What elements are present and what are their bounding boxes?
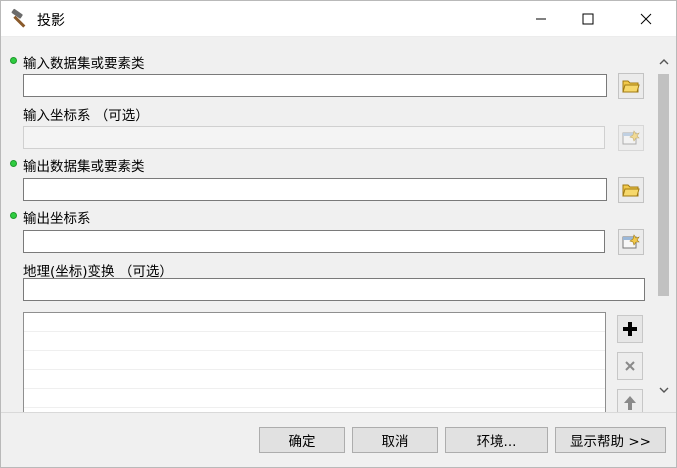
list-item[interactable]	[24, 332, 605, 351]
minimize-icon	[536, 18, 546, 20]
input-cs-field[interactable]	[23, 126, 605, 149]
browse-output-button[interactable]	[618, 177, 644, 203]
output-cs-label: 输出坐标系	[23, 211, 91, 227]
output-dataset-label: 输出数据集或要素类	[23, 159, 145, 175]
input-dataset-label: 输入数据集或要素类	[23, 56, 145, 72]
output-cs-properties-button[interactable]	[618, 229, 644, 255]
vertical-scrollbar[interactable]	[655, 54, 672, 393]
output-dataset-field[interactable]	[23, 178, 607, 201]
projection-dialog: 投影 输入数据集或要素类 输入坐标系 （可选） 输出数据集或要素类 输出坐标系 …	[0, 0, 677, 468]
list-item[interactable]	[24, 351, 605, 370]
browse-input-button[interactable]	[618, 73, 644, 99]
close-button[interactable]	[623, 1, 669, 37]
cancel-button[interactable]: 取消	[352, 427, 438, 453]
list-item[interactable]	[24, 370, 605, 389]
scroll-down-button[interactable]	[655, 383, 672, 397]
scrollbar-thumb[interactable]	[658, 74, 669, 296]
geo-transform-label: 地理(坐标)变换 （可选）	[23, 264, 173, 280]
maximize-icon	[582, 13, 594, 25]
chevron-up-icon	[659, 58, 668, 64]
geo-transform-list[interactable]	[23, 312, 606, 412]
required-indicator-icon	[10, 160, 17, 167]
input-cs-properties-button[interactable]	[618, 125, 644, 151]
dialog-footer: 确定 取消 环境... 显示帮助 >>	[1, 412, 676, 467]
add-transform-button[interactable]	[617, 315, 643, 343]
show-help-button[interactable]: 显示帮助 >>	[555, 427, 666, 453]
open-folder-icon	[622, 80, 640, 93]
list-item[interactable]	[24, 313, 605, 332]
title-bar: 投影	[1, 1, 676, 37]
spatial-reference-icon	[622, 234, 640, 249]
add-icon	[623, 322, 637, 336]
parameters-panel: 输入数据集或要素类 输入坐标系 （可选） 输出数据集或要素类 输出坐标系 地理(…	[1, 38, 676, 412]
chevron-down-icon	[659, 387, 668, 393]
required-indicator-icon	[10, 57, 17, 64]
required-indicator-icon	[10, 212, 17, 219]
scroll-up-button[interactable]	[655, 54, 672, 68]
minimize-button[interactable]	[518, 1, 564, 37]
move-up-button[interactable]	[617, 389, 643, 412]
output-cs-field[interactable]	[23, 230, 605, 253]
window-title: 投影	[37, 13, 65, 29]
input-cs-label: 输入坐标系 （可选）	[23, 108, 149, 124]
remove-transform-button[interactable]	[617, 352, 643, 380]
maximize-button[interactable]	[565, 1, 611, 37]
environments-button[interactable]: 环境...	[445, 427, 548, 453]
ok-button[interactable]: 确定	[259, 427, 345, 453]
input-dataset-field[interactable]	[23, 74, 607, 97]
geo-transform-field[interactable]	[23, 278, 645, 301]
close-icon	[640, 13, 652, 25]
move-up-icon	[624, 396, 636, 410]
remove-icon	[625, 361, 635, 371]
hammer-icon	[9, 7, 33, 31]
open-folder-icon	[622, 184, 640, 197]
list-item[interactable]	[24, 389, 605, 408]
spatial-reference-icon	[622, 130, 640, 145]
